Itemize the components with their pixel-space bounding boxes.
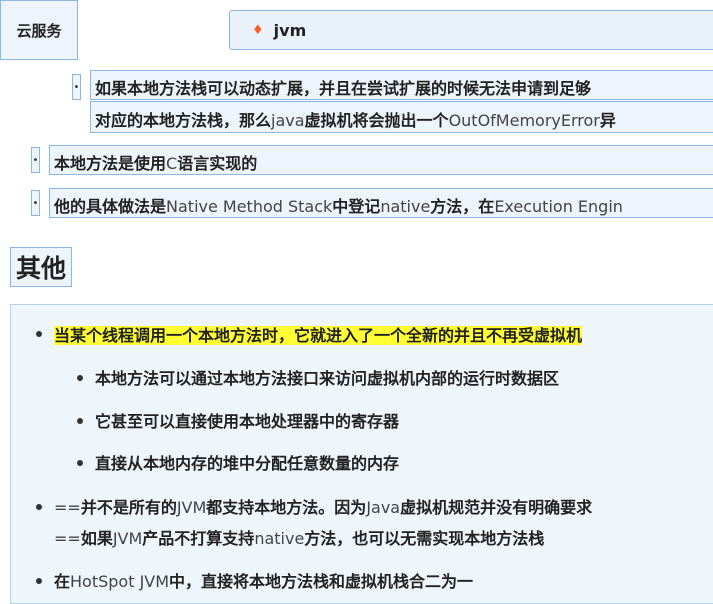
bullet-dot <box>36 504 42 510</box>
flame-icon: ♦ <box>252 22 264 38</box>
bullet-marker: • <box>31 147 40 173</box>
bullet-dot <box>36 331 42 337</box>
tab-label: jvm <box>273 20 307 40</box>
top-bar: 云服务 ♦ jvm <box>0 0 713 64</box>
list-item-c-language: 本地方法是使用C语言实现的 <box>49 145 713 175</box>
section-heading: 其他 <box>10 247 72 287</box>
list-item-highlight: 当某个线程调用一个本地方法时，它就进入了一个全新的并且不再受虚拟机 <box>54 326 583 345</box>
tab-jvm[interactable]: ♦ jvm <box>229 10 713 50</box>
sub-item-registers: 它甚至可以直接使用本地处理器中的寄存器 <box>95 412 400 431</box>
section-panel: 当某个线程调用一个本地方法时，它就进入了一个全新的并且不再受虚拟机 本地方法可以… <box>10 304 713 604</box>
bullet-dot <box>77 375 83 381</box>
list-item-jvm-support-line2: ==如果JVM产品不打算支持native方法，也可以无需实现本地方法栈 <box>54 529 545 548</box>
nested-item-line1: 如果本地方法栈可以动态扩展，并且在尝试扩展的时候无法申请到足够 <box>90 70 713 100</box>
category-tag[interactable]: 云服务 <box>0 0 78 60</box>
list-item-jvm-support-line1: ==并不是所有的JVM都支持本地方法。因为Java虚拟机规范并没有明确要求 <box>54 498 593 517</box>
bullet-dot <box>77 460 83 466</box>
list-item-native-method-stack: 他的具体做法是Native Method Stack中登记native方法，在E… <box>49 188 713 218</box>
bullet-dot <box>36 578 42 584</box>
category-tag-label: 云服务 <box>16 21 62 40</box>
sub-item-runtime-data: 本地方法可以通过本地方法接口来访问虚拟机内部的运行时数据区 <box>95 369 560 388</box>
bullet-dot <box>77 418 83 424</box>
bullet-marker: • <box>31 190 40 216</box>
nested-item-line2: 对应的本地方法栈，那么java虚拟机将会抛出一个OutOfMemoryError… <box>90 101 713 133</box>
list-item-hotspot: 在HotSpot JVM中，直接将本地方法栈和虚拟机栈合二为一 <box>54 572 474 591</box>
bullet-marker: • <box>72 74 81 100</box>
sub-item-heap-memory: 直接从本地内存的堆中分配任意数量的内存 <box>95 454 400 473</box>
